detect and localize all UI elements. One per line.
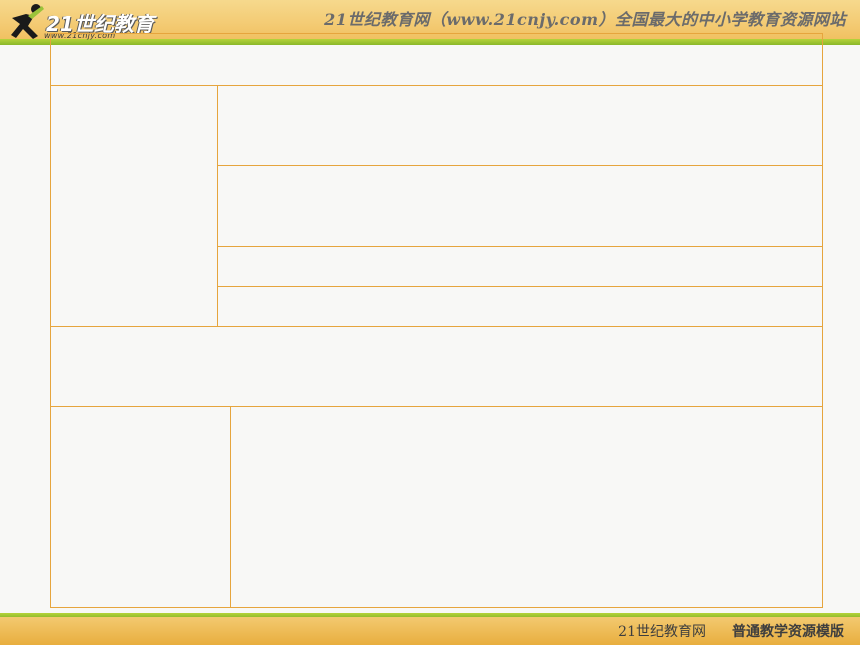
table-content-cell-2 bbox=[217, 165, 823, 247]
table-content-cell-5 bbox=[230, 406, 823, 608]
header-banner-text: 21世纪教育网（www.21cnjy.com）全国最大的中小学教育资源网站 bbox=[324, 10, 846, 29]
table-row-title bbox=[50, 33, 823, 86]
table-content-cell-4 bbox=[217, 286, 823, 327]
footer-brand: 21世纪教育网 bbox=[618, 624, 706, 640]
table-content-cell-3 bbox=[217, 246, 823, 287]
footer-tagline: 普通教学资源模版 bbox=[732, 624, 844, 640]
table-label-cell-2 bbox=[50, 406, 231, 608]
table-row-middle bbox=[50, 326, 823, 407]
table-label-cell-1 bbox=[50, 85, 218, 327]
table-content-cell-1 bbox=[217, 85, 823, 166]
footer-text: 21世纪教育网 普通教学资源模版 bbox=[618, 621, 844, 641]
